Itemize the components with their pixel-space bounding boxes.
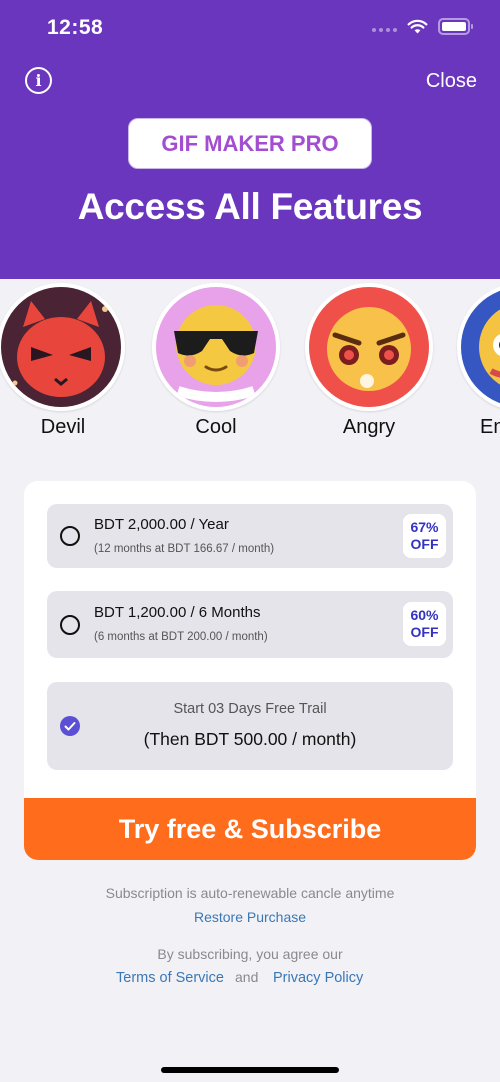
discount-percent: 67% xyxy=(410,519,439,535)
cellular-signal-icon xyxy=(372,22,397,32)
radio-unchecked-icon[interactable] xyxy=(60,526,80,546)
emoji-carousel[interactable]: Devil Cool Angry E xyxy=(0,279,500,459)
plan-selection-card: BDT 2,000.00 / Year (12 months at BDT 16… xyxy=(24,481,476,860)
radio-unchecked-icon[interactable] xyxy=(60,615,80,635)
plan-option-yearly[interactable]: BDT 2,000.00 / Year (12 months at BDT 16… xyxy=(47,504,453,568)
plan-option-six-months[interactable]: BDT 1,200.00 / 6 Months (6 months at BDT… xyxy=(47,591,453,658)
plan-price: BDT 2,000.00 / Year xyxy=(94,516,229,533)
renew-note: Subscription is auto-renewable cancle an… xyxy=(105,885,395,901)
home-indicator xyxy=(161,1067,339,1073)
plan-detail: (12 months at BDT 166.67 / month) xyxy=(94,543,275,555)
restore-purchase-link[interactable]: Restore Purchase xyxy=(0,909,500,925)
em-emoji-icon xyxy=(457,283,500,411)
discount-word: OFF xyxy=(410,624,439,640)
pro-badge: GIF MAKER PRO xyxy=(128,118,372,169)
status-icons xyxy=(372,18,473,35)
devil-emoji-icon xyxy=(0,283,125,411)
angry-emoji-icon xyxy=(305,283,433,411)
discount-badge: 60% OFF xyxy=(403,602,446,646)
emoji-label-angry: Angry xyxy=(342,416,396,438)
terms-of-service-link[interactable]: Terms of Service xyxy=(116,970,224,986)
battery-icon xyxy=(438,18,473,35)
discount-word: OFF xyxy=(410,536,439,552)
privacy-policy-link[interactable]: Privacy Policy xyxy=(273,970,363,986)
trial-then-price: (Then BDT 500.00 / month) xyxy=(143,729,357,749)
emoji-label-em: Em xyxy=(480,416,500,438)
plan-detail: (6 months at BDT 200.00 / month) xyxy=(94,631,268,643)
page-title: Access All Features xyxy=(77,186,423,227)
agree-text: By subscribing, you agree our xyxy=(157,946,343,962)
discount-badge: 67% OFF xyxy=(403,514,446,558)
plan-price: BDT 1,200.00 / 6 Months xyxy=(94,604,261,621)
close-button[interactable]: Close xyxy=(426,70,477,93)
subscribe-button[interactable]: Try free & Subscribe xyxy=(24,798,476,860)
emoji-label-devil: Devil xyxy=(40,416,86,438)
and-text: and xyxy=(235,969,259,985)
wifi-icon xyxy=(407,19,428,33)
plan-option-free-trial[interactable]: Start 03 Days Free Trail (Then BDT 500.0… xyxy=(47,682,453,770)
status-time: 12:58 xyxy=(47,16,104,39)
cool-emoji-icon xyxy=(152,283,280,411)
info-icon[interactable]: i xyxy=(25,67,52,94)
emoji-label-cool: Cool xyxy=(195,416,237,438)
trial-label: Start 03 Days Free Trail xyxy=(173,701,327,717)
header-banner: 12:58 i Close GIF MAKER PRO Access All F… xyxy=(0,0,500,279)
discount-percent: 60% xyxy=(410,607,439,623)
